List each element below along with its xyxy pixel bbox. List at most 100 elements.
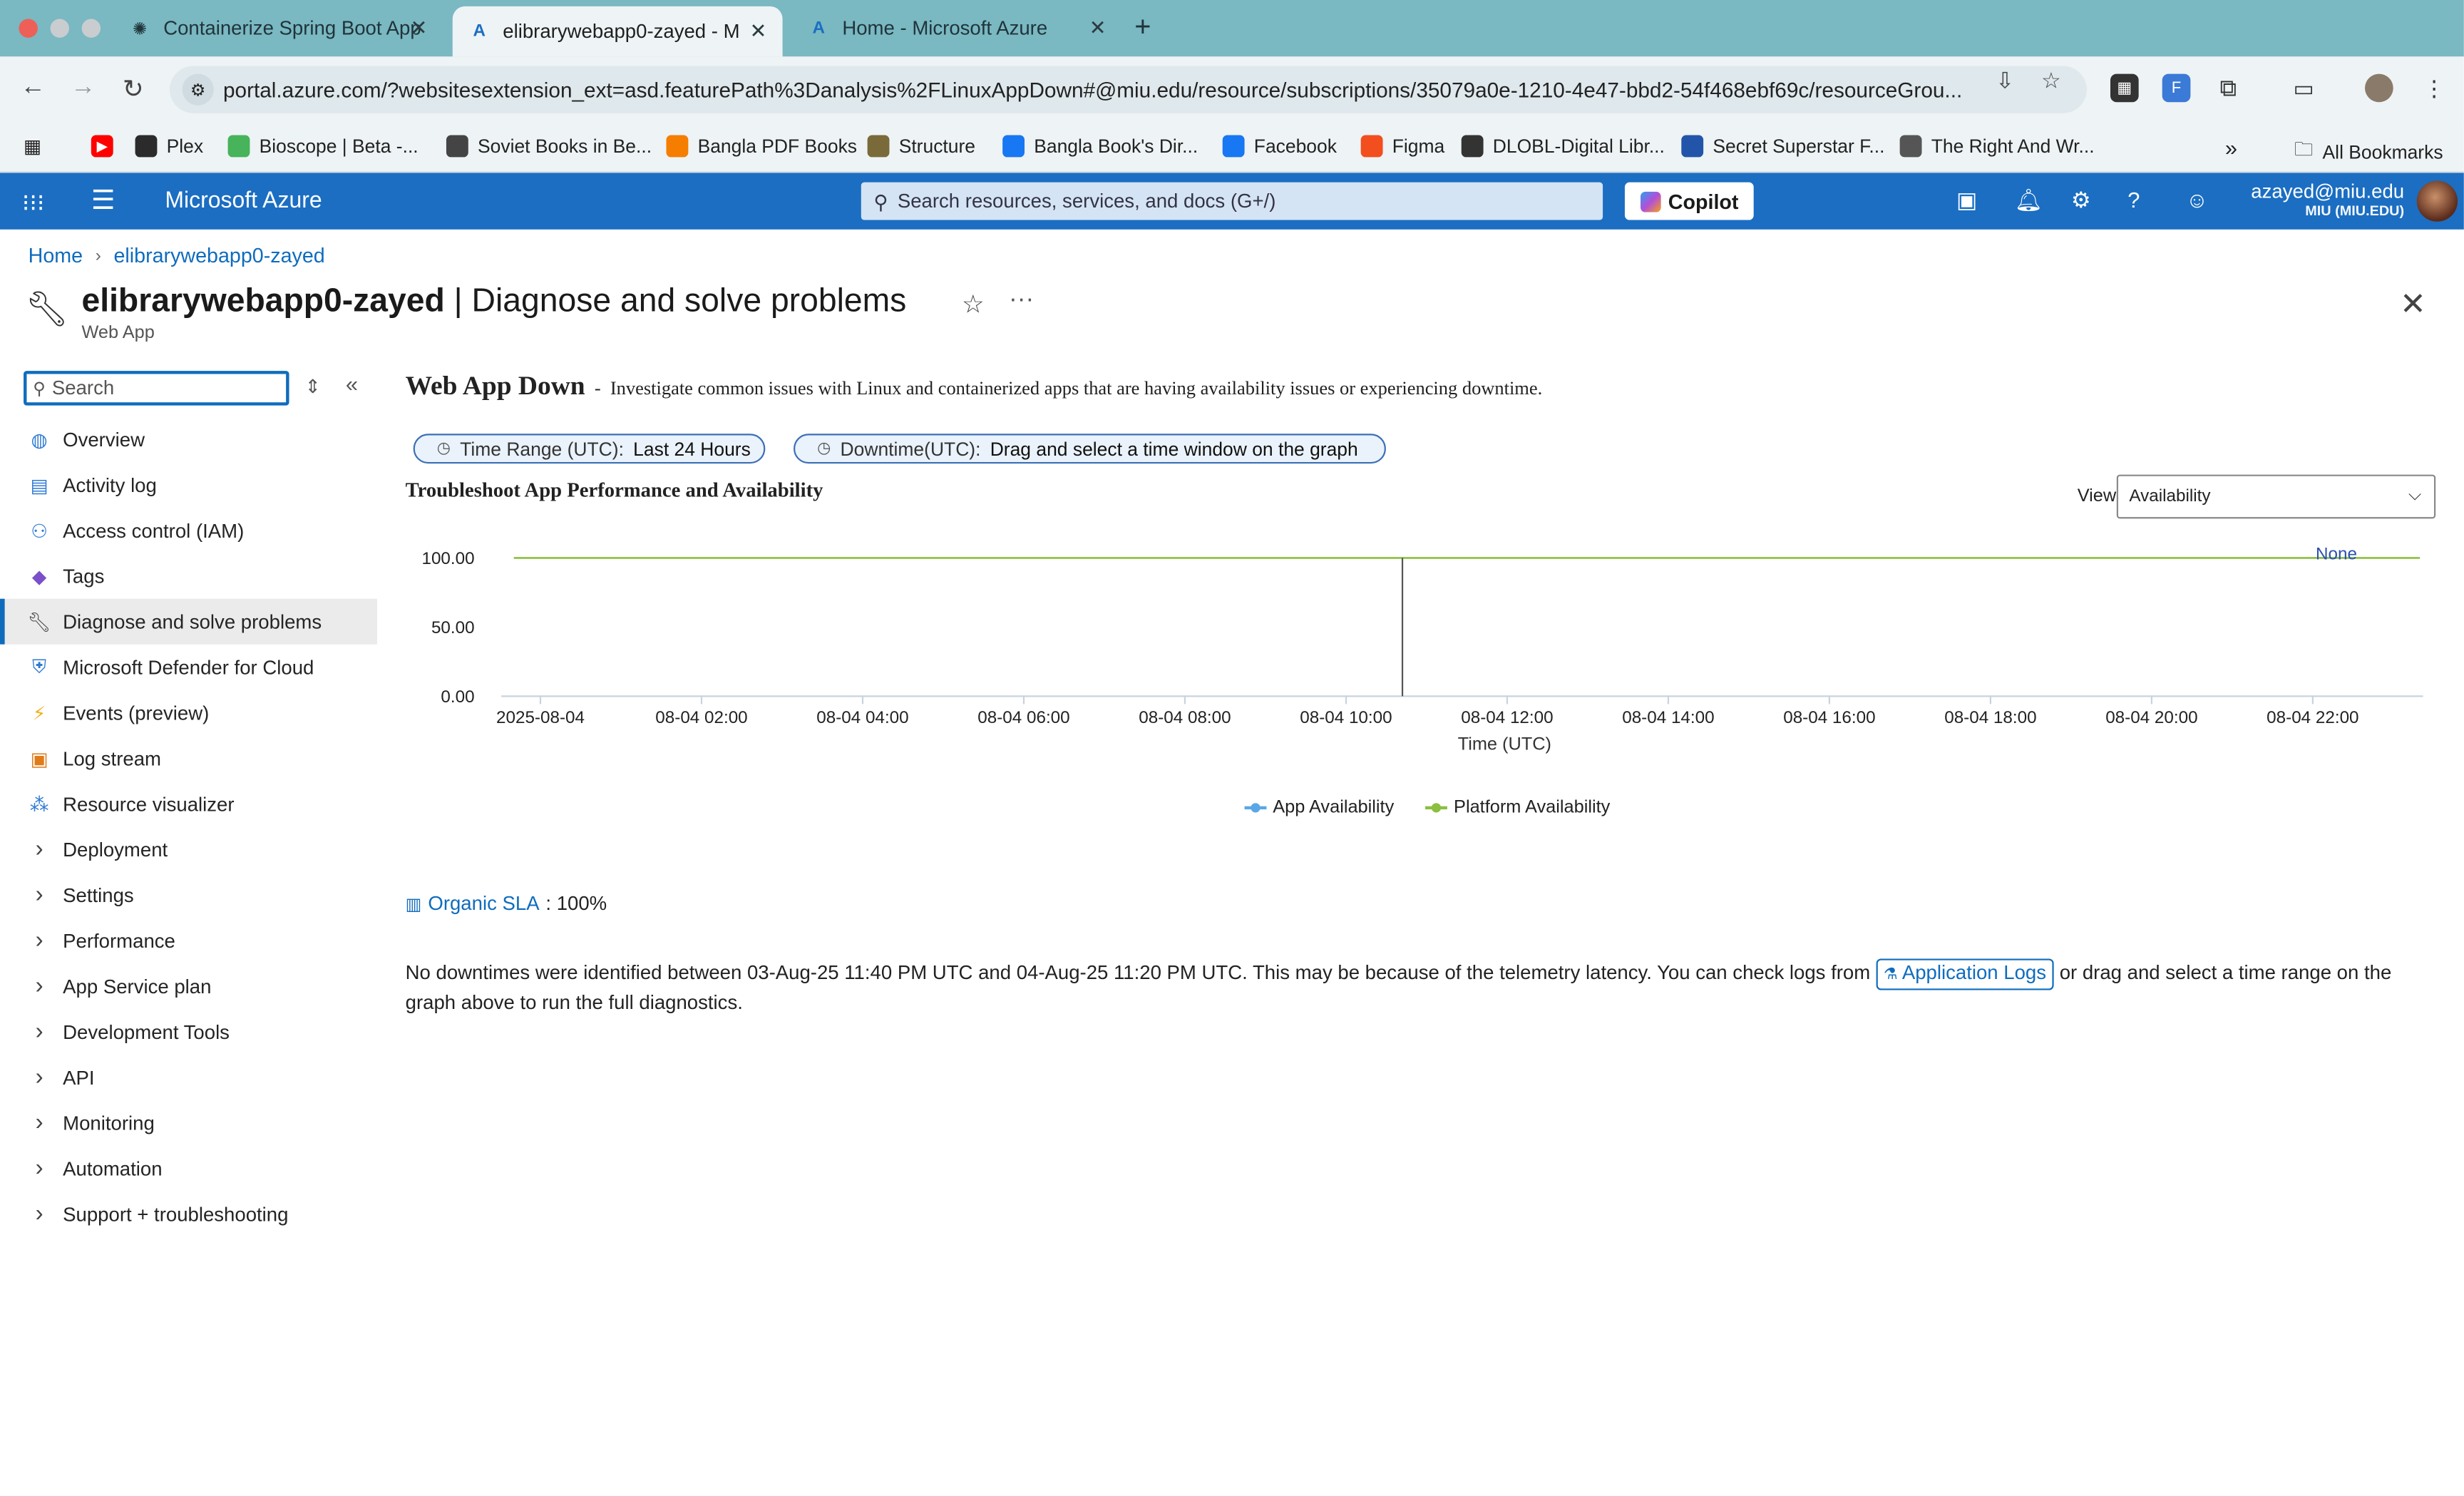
account-menu[interactable]: azayed@miu.edu MIU (MIU.EDU) [2251, 180, 2404, 219]
new-tab-button[interactable]: + [1134, 11, 1151, 43]
sidebar-item-app-service-plan[interactable]: › App Service plan [0, 963, 377, 1009]
sidebar-item-microsoft-defender-for-cloud[interactable]: ⛨ Microsoft Defender for Cloud [0, 645, 377, 690]
browser-tab[interactable]: A Home - Microsoft Azure ✕ [792, 6, 1122, 51]
downtime-note: No downtimes were identified between 03-… [406, 958, 2417, 1017]
bookmark-item[interactable]: Bangla Book's Dir... [1002, 135, 1198, 158]
availability-chart[interactable]: 100.00 50.00 0.00 2025-08-04 08-04 02:00 08-0… [406, 545, 2436, 830]
site-info-icon[interactable]: ⚙ [182, 73, 214, 106]
search-icon: ⚲ [33, 379, 46, 399]
legend-app-availability[interactable]: App Availability [1244, 799, 1394, 817]
extension-icon[interactable]: F [2162, 73, 2191, 103]
time-range-button[interactable]: ◷ Time Range (UTC): Last 24 Hours [413, 434, 766, 464]
sidebar-item-api[interactable]: › API [0, 1055, 377, 1100]
structure-icon [867, 135, 890, 158]
close-tab-icon[interactable]: ✕ [750, 19, 767, 43]
puzzle-icon[interactable]: ⧉ [2214, 74, 2242, 103]
portal-menu-icon[interactable]: ☰ [91, 185, 115, 217]
people-icon: ⚇ [31, 519, 48, 542]
bookmark-item[interactable]: Bioscope | Beta -... [227, 135, 419, 158]
legend-platform-availability[interactable]: Platform Availability [1425, 799, 1610, 817]
close-tab-icon[interactable]: ✕ [410, 16, 427, 41]
global-search-input[interactable]: ⚲ Search resources, services, and docs (… [861, 182, 1603, 220]
view-dropdown[interactable]: Availability ⌵ [2116, 474, 2436, 519]
sidebar-item-diagnose-and-solve-problems[interactable]: 🔧︎ Diagnose and solve problems [0, 598, 377, 645]
tab-search-icon[interactable]: ▭ [2289, 74, 2318, 103]
x-tick-label: 08-04 12:00 [1461, 708, 1553, 727]
expand-collapse-icon[interactable]: ⇕ [305, 376, 321, 398]
sidebar-item-log-stream[interactable]: ▣ Log stream [0, 735, 377, 781]
breadcrumb-home-link[interactable]: Home [29, 244, 83, 267]
chevron-right-icon: › [35, 1018, 43, 1045]
sidebar-item-monitoring[interactable]: › Monitoring [0, 1100, 377, 1146]
reload-icon[interactable]: ↻ [123, 74, 144, 106]
sidebar-item-development-tools[interactable]: › Development Tools [0, 1009, 377, 1055]
window-close-button[interactable] [19, 19, 38, 38]
settings-gear-icon[interactable]: ⚙ [2071, 187, 2091, 213]
sidebar-item-access-control-iam[interactable]: ⚇ Access control (IAM) [0, 508, 377, 553]
sidebar-item-resource-visualizer[interactable]: ⁂ Resource visualizer [0, 781, 377, 826]
chevron-right-icon: › [35, 1064, 43, 1091]
bookmark-item[interactable]: Soviet Books in Be... [446, 135, 652, 158]
chevron-right-icon: › [35, 927, 43, 954]
x-tick-label: 08-04 04:00 [816, 708, 908, 727]
bookmark-star-icon[interactable]: ☆ [2041, 68, 2061, 94]
azure-brand[interactable]: Microsoft Azure [165, 188, 322, 213]
lightning-icon: ⚡︎ [32, 702, 46, 724]
sidebar-item-overview[interactable]: ◍ Overview [0, 416, 377, 462]
favorite-star-icon[interactable]: ☆ [962, 290, 985, 321]
sidebar-item-events-preview[interactable]: ⚡︎ Events (preview) [0, 690, 377, 736]
more-bookmarks-icon[interactable]: » [2225, 135, 2237, 160]
all-bookmarks-folder[interactable]: 🗀 All Bookmarks [2294, 135, 2443, 168]
sidebar-item-tags[interactable]: ◆ Tags [0, 553, 377, 599]
feedback-icon[interactable]: ☺ [2186, 187, 2209, 212]
window-zoom-button[interactable] [81, 19, 101, 38]
bookmark-item[interactable]: Figma [1360, 135, 1444, 158]
extension-icon[interactable]: ▦ [2110, 73, 2139, 103]
page-title: elibrarywebapp0-zayed | Diagnose and sol… [81, 282, 907, 319]
sidebar-item-deployment[interactable]: › Deployment [0, 826, 377, 872]
close-blade-icon[interactable]: ✕ [2400, 285, 2426, 324]
sidebar-item-activity-log[interactable]: ▤ Activity log [0, 462, 377, 508]
browser-menu-icon[interactable]: ⋮ [2420, 74, 2448, 103]
breadcrumb-resource-link[interactable]: elibrarywebapp0-zayed [113, 244, 324, 267]
bookmark-item[interactable]: DLOBL-Digital Libr... [1461, 135, 1665, 158]
bookmark-item[interactable]: Bangla PDF Books [666, 135, 857, 158]
x-axis-title: Time (UTC) [1458, 734, 1551, 754]
bar-chart-icon: ▥ [405, 895, 422, 914]
organic-sla: ▥ Organic SLA : 100% [405, 892, 607, 915]
x-tick-label: 08-04 08:00 [1139, 708, 1231, 727]
sidebar-item-performance[interactable]: › Performance [0, 918, 377, 963]
profile-avatar[interactable] [2365, 73, 2393, 103]
sidebar-item-automation[interactable]: › Automation [0, 1146, 377, 1192]
apps-grid-icon[interactable]: ▦ [24, 135, 41, 158]
bookmark-item[interactable]: Plex [135, 135, 203, 158]
collapse-sidebar-icon[interactable]: « [346, 371, 358, 396]
sidebar-item-support-troubleshooting[interactable]: › Support + troubleshooting [0, 1192, 377, 1237]
address-bar[interactable]: ⚙ portal.azure.com/?websitesextension_ex… [170, 66, 2087, 113]
cloud-shell-icon[interactable]: ▣ [1956, 187, 1977, 213]
bookmark-item[interactable]: Secret Superstar F... [1681, 135, 1884, 158]
more-actions-icon[interactable]: ··· [1009, 286, 1034, 314]
organic-sla-link[interactable]: Organic SLA [428, 893, 539, 915]
downtime-button[interactable]: ◷ Downtime(UTC): Drag and select a time … [794, 434, 1386, 464]
user-avatar[interactable] [2416, 180, 2458, 222]
browser-tab[interactable]: ✺ Containerize Spring Boot App ✕ [113, 6, 443, 51]
application-logs-link[interactable]: ⚗ Application Logs [1875, 958, 2055, 990]
sidebar-item-settings[interactable]: › Settings [0, 872, 377, 918]
bookmark-item[interactable]: The Right And Wr... [1899, 135, 2095, 158]
browser-tab-active[interactable]: A elibrarywebapp0-zayed - Mic ✕ [452, 6, 783, 57]
app-launcher-icon[interactable]: ⁝⁝⁝ [22, 188, 45, 217]
chart-svg[interactable]: 100.00 50.00 0.00 2025-08-04 08-04 02:00 08-0… [406, 545, 2436, 783]
youtube-icon[interactable]: ▶ [91, 135, 113, 158]
back-arrow-icon[interactable]: ← [21, 74, 46, 103]
close-tab-icon[interactable]: ✕ [1089, 16, 1107, 41]
sidebar-search-input[interactable]: ⚲ Search [24, 371, 289, 406]
forward-arrow-icon[interactable]: → [71, 74, 96, 103]
copilot-button[interactable]: Copilot [1624, 182, 1754, 220]
install-app-icon[interactable]: ⇩ [1996, 68, 2014, 94]
help-icon[interactable]: ? [2127, 187, 2140, 212]
bookmark-item[interactable]: Facebook [1222, 135, 1337, 158]
notifications-bell-icon[interactable]: 🔔︎ [2015, 187, 2043, 213]
bookmark-item[interactable]: Structure [867, 135, 975, 158]
window-minimize-button[interactable] [50, 19, 69, 38]
